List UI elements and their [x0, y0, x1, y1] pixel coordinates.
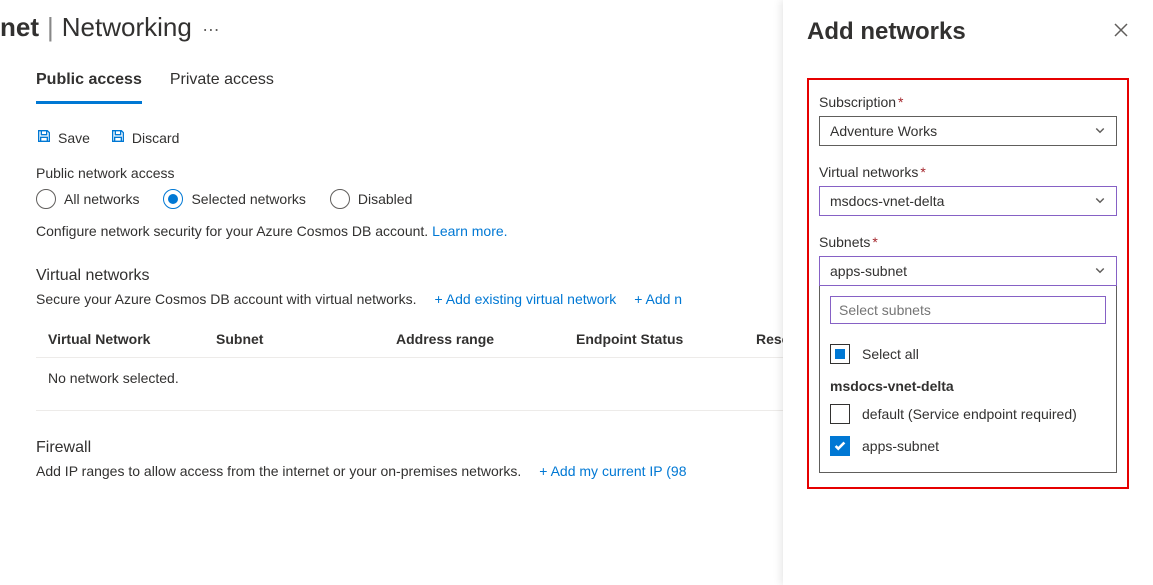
- discard-icon: [110, 128, 126, 147]
- chevron-down-icon: [1094, 123, 1106, 139]
- save-label: Save: [58, 130, 90, 146]
- title-prefix: net: [0, 12, 39, 43]
- col-endpoint: Endpoint Status: [576, 331, 756, 347]
- title-separator: |: [47, 12, 54, 43]
- radio-all-networks[interactable]: All networks: [36, 189, 139, 209]
- panel-title: Add networks: [807, 18, 966, 46]
- firewall-desc: Add IP ranges to allow access from the i…: [36, 463, 521, 479]
- highlight-box: Subscription* Adventure Works Virtual ne…: [807, 78, 1129, 489]
- vnet-label: Virtual networks*: [819, 164, 1117, 180]
- discard-label: Discard: [132, 130, 179, 146]
- subscription-select[interactable]: Adventure Works: [819, 116, 1117, 146]
- tab-public-access[interactable]: Public access: [36, 63, 142, 104]
- add-networks-panel: Add networks Subscription* Adventure Wor…: [783, 0, 1153, 585]
- subnets-select[interactable]: apps-subnet: [819, 256, 1117, 286]
- chevron-down-icon: [1094, 263, 1106, 279]
- select-all-label: Select all: [862, 346, 919, 362]
- save-icon: [36, 128, 52, 147]
- tab-private-access[interactable]: Private access: [170, 63, 274, 104]
- select-all-row[interactable]: Select all: [830, 338, 1106, 370]
- radio-disabled[interactable]: Disabled: [330, 189, 412, 209]
- add-existing-vnet-link[interactable]: + Add existing virtual network: [435, 291, 617, 307]
- subscription-label: Subscription*: [819, 94, 1117, 110]
- add-new-vnet-link[interactable]: + Add n: [634, 291, 682, 307]
- title-page: Networking: [62, 12, 192, 43]
- radio-all-label: All networks: [64, 191, 139, 207]
- access-desc: Configure network security for your Azur…: [36, 223, 428, 239]
- save-button[interactable]: Save: [36, 128, 90, 147]
- subnets-search-input[interactable]: [830, 296, 1106, 324]
- checkbox-indeterminate-icon: [830, 344, 850, 364]
- page-title: net | Networking: [0, 12, 192, 43]
- close-icon[interactable]: [1113, 22, 1129, 43]
- subnets-label: Subnets*: [819, 234, 1117, 250]
- subnets-dropdown: Select all msdocs-vnet-delta default (Se…: [819, 286, 1117, 473]
- radio-selected-networks[interactable]: Selected networks: [163, 189, 305, 209]
- subnets-value: apps-subnet: [830, 263, 907, 279]
- add-my-ip-link[interactable]: + Add my current IP (98: [539, 463, 686, 479]
- chevron-down-icon: [1094, 193, 1106, 209]
- discard-button[interactable]: Discard: [110, 128, 179, 147]
- more-icon[interactable]: …: [202, 15, 220, 40]
- subnet-option-apps[interactable]: apps-subnet: [830, 430, 1106, 462]
- checkbox-unchecked-icon: [830, 404, 850, 424]
- checkbox-checked-icon: [830, 436, 850, 456]
- subnet-option-default[interactable]: default (Service endpoint required): [830, 398, 1106, 430]
- radio-disabled-label: Disabled: [358, 191, 412, 207]
- vnet-select[interactable]: msdocs-vnet-delta: [819, 186, 1117, 216]
- subnet-option-default-label: default (Service endpoint required): [862, 406, 1077, 422]
- radio-selected-label: Selected networks: [191, 191, 305, 207]
- subnet-group-name: msdocs-vnet-delta: [830, 370, 1106, 398]
- col-range: Address range: [396, 331, 576, 347]
- subscription-value: Adventure Works: [830, 123, 937, 139]
- learn-more-link[interactable]: Learn more.: [432, 223, 507, 239]
- vnet-value: msdocs-vnet-delta: [830, 193, 944, 209]
- vnets-desc: Secure your Azure Cosmos DB account with…: [36, 291, 417, 307]
- subnet-option-apps-label: apps-subnet: [862, 438, 939, 454]
- col-vnet: Virtual Network: [36, 331, 216, 347]
- col-subnet: Subnet: [216, 331, 396, 347]
